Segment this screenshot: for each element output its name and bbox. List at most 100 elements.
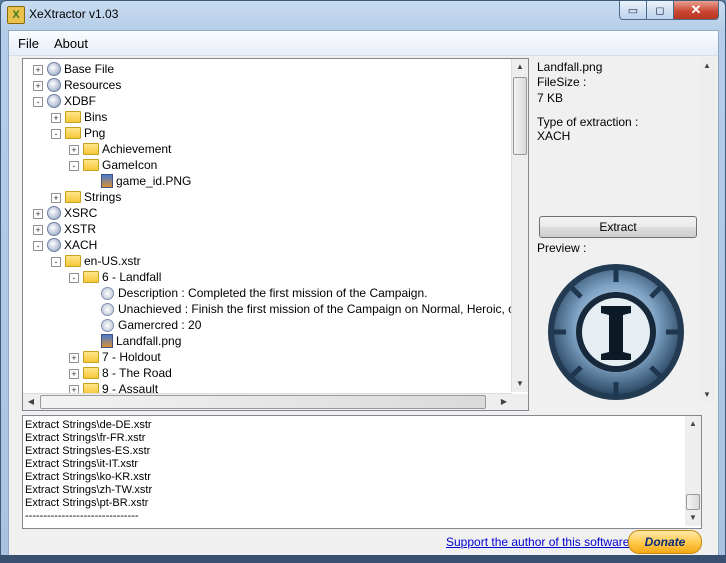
tree-node-label: XSRC xyxy=(64,206,98,220)
tree-node[interactable]: GameIcon xyxy=(83,157,157,173)
close-button[interactable]: ✕ xyxy=(674,1,719,20)
tree-node-label: 6 - Landfall xyxy=(102,270,162,284)
detail-filesize-value: 7 KB xyxy=(537,91,564,105)
log-scroll-up-icon[interactable]: ▲ xyxy=(685,416,701,432)
donate-button[interactable]: Donate xyxy=(628,530,702,554)
tree-node[interactable]: Landfall.png xyxy=(101,333,181,349)
tree-horizontal-thumb[interactable] xyxy=(40,395,486,409)
tree-node-label: Description : Completed the first missio… xyxy=(118,286,428,300)
scroll-down-arrow-icon[interactable]: ▼ xyxy=(512,376,528,392)
log-line: Extract Strings\fr-FR.xstr xyxy=(25,432,146,444)
scroll-left-arrow-icon[interactable]: ◀ xyxy=(23,394,39,410)
gear-icon xyxy=(47,222,61,236)
tree-node-label: Png xyxy=(84,126,106,140)
image-file-icon xyxy=(101,334,113,348)
tree-expander-icon[interactable]: + xyxy=(69,353,79,363)
tree-node[interactable]: Base File xyxy=(47,61,114,77)
detail-filename: Landfall.png xyxy=(537,60,603,74)
tree-node-label: XDBF xyxy=(64,94,97,108)
tree-expander-icon[interactable]: - xyxy=(51,257,61,267)
tree-vertical-scrollbar[interactable]: ▲ ▼ xyxy=(511,59,528,392)
tree-expander-icon[interactable]: + xyxy=(33,225,43,235)
tree-node[interactable]: Strings xyxy=(65,189,121,205)
tree-node[interactable]: Description : Completed the first missio… xyxy=(101,285,427,301)
folder-icon xyxy=(83,351,99,363)
tree-expander-icon[interactable]: + xyxy=(69,369,79,379)
tree-expander-icon[interactable]: + xyxy=(33,81,43,91)
scroll-right-arrow-icon[interactable]: ▶ xyxy=(496,394,512,410)
file-tree[interactable]: + Base File + Resources - XDBF + Bins - Png + Achie… xyxy=(22,58,529,411)
tree-node[interactable]: XACH xyxy=(47,237,97,253)
tree-node[interactable]: XSTR xyxy=(47,221,96,237)
folder-icon xyxy=(83,367,99,379)
tree-node[interactable]: en-US.xstr xyxy=(65,253,141,269)
support-author-link[interactable]: Support the author of this software : xyxy=(446,535,636,549)
log-scroll-thumb[interactable] xyxy=(686,494,700,510)
tree-expander-icon[interactable]: - xyxy=(51,129,61,139)
tree-node-label: GameIcon xyxy=(102,158,158,172)
maximize-button[interactable]: ◻ xyxy=(647,1,674,20)
tree-node-label: 7 - Holdout xyxy=(102,350,161,364)
tree-node-label: Bins xyxy=(84,110,108,124)
tree-node[interactable]: Unachieved : Finish the first mission of… xyxy=(101,301,529,317)
tree-node-label: Gamercred : 20 xyxy=(118,318,202,332)
tree-expander-icon[interactable]: + xyxy=(69,145,79,155)
tree-expander-icon[interactable]: - xyxy=(33,241,43,251)
tree-expander-icon[interactable]: - xyxy=(69,273,79,283)
title-bar[interactable]: X XeXtractor v1.03 ▭ ◻ ✕ xyxy=(1,1,725,29)
taskbar-strip xyxy=(0,555,726,563)
menu-bar: File About xyxy=(9,31,718,56)
log-line: ------------------------------- xyxy=(25,510,139,522)
details-scroll-up-icon[interactable]: ▲ xyxy=(699,58,715,74)
maximize-icon: ◻ xyxy=(655,4,665,17)
menu-about[interactable]: About xyxy=(54,36,88,51)
halo-logo-icon xyxy=(539,260,695,400)
tree-node[interactable]: 7 - Holdout xyxy=(83,349,161,365)
tree-node-label: XSTR xyxy=(64,222,97,236)
image-file-icon xyxy=(101,174,113,188)
tree-node[interactable]: XSRC xyxy=(47,205,97,221)
close-icon: ✕ xyxy=(690,2,702,17)
detail-type-label: Type of extraction : xyxy=(537,115,639,129)
tree-node[interactable]: Achievement xyxy=(83,141,171,157)
tree-node[interactable]: Resources xyxy=(47,77,121,93)
gear-icon xyxy=(47,78,61,92)
folder-icon xyxy=(83,143,99,155)
scroll-corner xyxy=(512,394,528,410)
tree-expander-icon[interactable]: + xyxy=(51,193,61,203)
tree-node-label: Unachieved : Finish the first mission of… xyxy=(118,302,529,316)
tree-node[interactable]: game_id.PNG xyxy=(101,173,191,189)
data-icon xyxy=(101,318,114,332)
tree-node[interactable]: 6 - Landfall xyxy=(83,269,161,285)
tree-node-label: 8 - The Road xyxy=(102,366,172,380)
tree-node-label: game_id.PNG xyxy=(116,174,192,188)
tree-expander-icon[interactable]: - xyxy=(33,97,43,107)
tree-expander-icon[interactable]: + xyxy=(33,65,43,75)
tree-node-label: Strings xyxy=(84,190,122,204)
tree-expander-icon[interactable]: - xyxy=(69,161,79,171)
tree-vertical-thumb[interactable] xyxy=(513,77,527,155)
log-scrollbar[interactable]: ▲ ▼ xyxy=(685,416,701,526)
tree-node[interactable]: XDBF xyxy=(47,93,96,109)
extraction-log[interactable]: Extract Strings\de-DE.xstr Extract String… xyxy=(22,415,702,529)
detail-filesize-label: FileSize : xyxy=(537,75,587,89)
tree-expander-icon[interactable]: + xyxy=(33,209,43,219)
menu-file[interactable]: File xyxy=(18,36,39,51)
minimize-button[interactable]: ▭ xyxy=(619,1,647,20)
extract-button[interactable]: Extract xyxy=(539,216,697,238)
tree-node[interactable]: 8 - The Road xyxy=(83,365,172,381)
details-scroll-down-icon[interactable]: ▼ xyxy=(699,387,715,403)
tree-expander-icon[interactable]: + xyxy=(51,113,61,123)
folder-icon xyxy=(83,159,99,171)
details-scrollbar[interactable]: ▲ ▼ xyxy=(699,58,715,403)
log-scroll-down-icon[interactable]: ▼ xyxy=(685,510,701,526)
tree-horizontal-scrollbar[interactable]: ◀ ▶ xyxy=(23,393,512,410)
scroll-up-arrow-icon[interactable]: ▲ xyxy=(512,59,528,75)
tree-node[interactable]: Png xyxy=(65,125,105,141)
tree-node[interactable]: Bins xyxy=(65,109,107,125)
app-icon[interactable]: X xyxy=(7,6,25,24)
tree-node-label: Resources xyxy=(64,78,122,92)
tree-node[interactable]: Gamercred : 20 xyxy=(101,317,201,333)
gear-icon xyxy=(47,206,61,220)
tree-node-label: Landfall.png xyxy=(116,334,182,348)
